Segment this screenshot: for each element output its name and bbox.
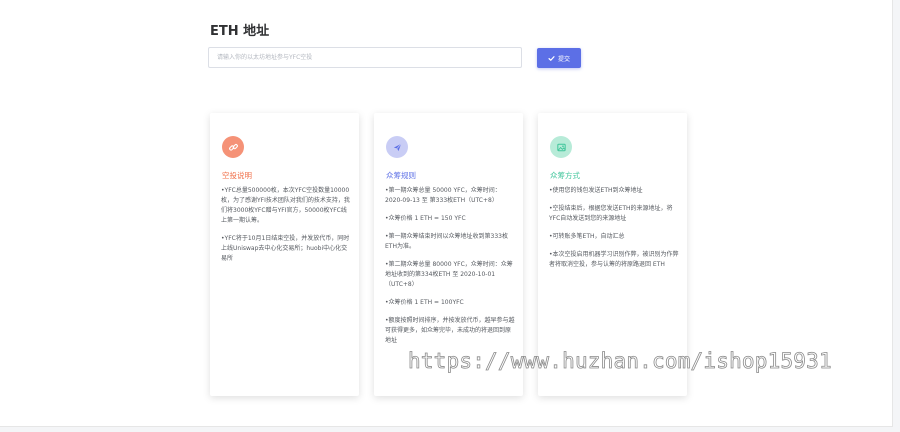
check-icon [548,55,555,61]
list-item: 众筹价格 1 ETH = 150 YFC [385,214,515,224]
list-item: YFC将于10月1日结束空投，并发放代币，同时上线Uniswap去中心化交易所；… [221,234,351,264]
image-icon [550,136,572,158]
card-item-list: YFC总量500000枚，本次YFC空投数量10000枚，为了感谢YFI技术团队… [221,186,351,272]
crowdfunding-method-card: 众筹方式 使用您的钱包发送ETH到众筹地址 空投结束后，根据您发送ETH的来源地… [538,113,687,396]
card-title: 空投说明 [222,171,252,180]
list-item: YFC总量500000枚，本次YFC空投数量10000枚，为了感谢YFI技术团队… [221,186,351,226]
list-item: 本次空投启用机器学习识别作弊，被识别为作弊者将取消空投，参与认筹的将原路退回 E… [549,250,679,270]
list-item: 额度按照时间排序，并按发放代币，越早参与越可获得更多，如众筹完毕，未成功的将退回… [385,316,515,346]
list-item: 空投结束后，根据您发送ETH的来源地址，将YFC自动发送到您的来源地址 [549,204,679,224]
card-item-list: 使用您的钱包发送ETH到众筹地址 空投结束后，根据您发送ETH的来源地址，将YF… [549,186,679,278]
send-icon [386,136,408,158]
page-panel: ETH 地址 提交 空投说明 YFC总量500000枚，本次YFC空投数量100… [0,0,893,427]
page-title: ETH 地址 [210,24,270,39]
list-item: 第一期众筹总量 50000 YFC，众筹时间：2020-09-13 至 第333… [385,186,515,206]
eth-address-input[interactable] [208,47,522,68]
card-title: 众筹规则 [386,171,416,180]
list-item: 使用您的钱包发送ETH到众筹地址 [549,186,679,196]
link-icon [222,136,244,158]
card-title: 众筹方式 [550,171,580,180]
crowdfunding-rules-card: 众筹规则 第一期众筹总量 50000 YFC，众筹时间：2020-09-13 至… [374,113,523,396]
airdrop-info-card: 空投说明 YFC总量500000枚，本次YFC空投数量10000枚，为了感谢YF… [210,113,359,396]
list-item: 可转账多笔ETH，自动汇总 [549,232,679,242]
submit-button-label: 提交 [557,55,570,63]
list-item: 第一期众筹结束时间以众筹地址收到第333枚ETH为准。 [385,232,515,252]
list-item: 众筹价格 1 ETH = 100YFC [385,298,515,308]
submit-button[interactable]: 提交 [537,48,581,68]
list-item: 第二期众筹总量 80000 YFC，众筹时间：众筹地址收到的第334枚ETH 至… [385,260,515,290]
card-item-list: 第一期众筹总量 50000 YFC，众筹时间：2020-09-13 至 第333… [385,186,515,354]
